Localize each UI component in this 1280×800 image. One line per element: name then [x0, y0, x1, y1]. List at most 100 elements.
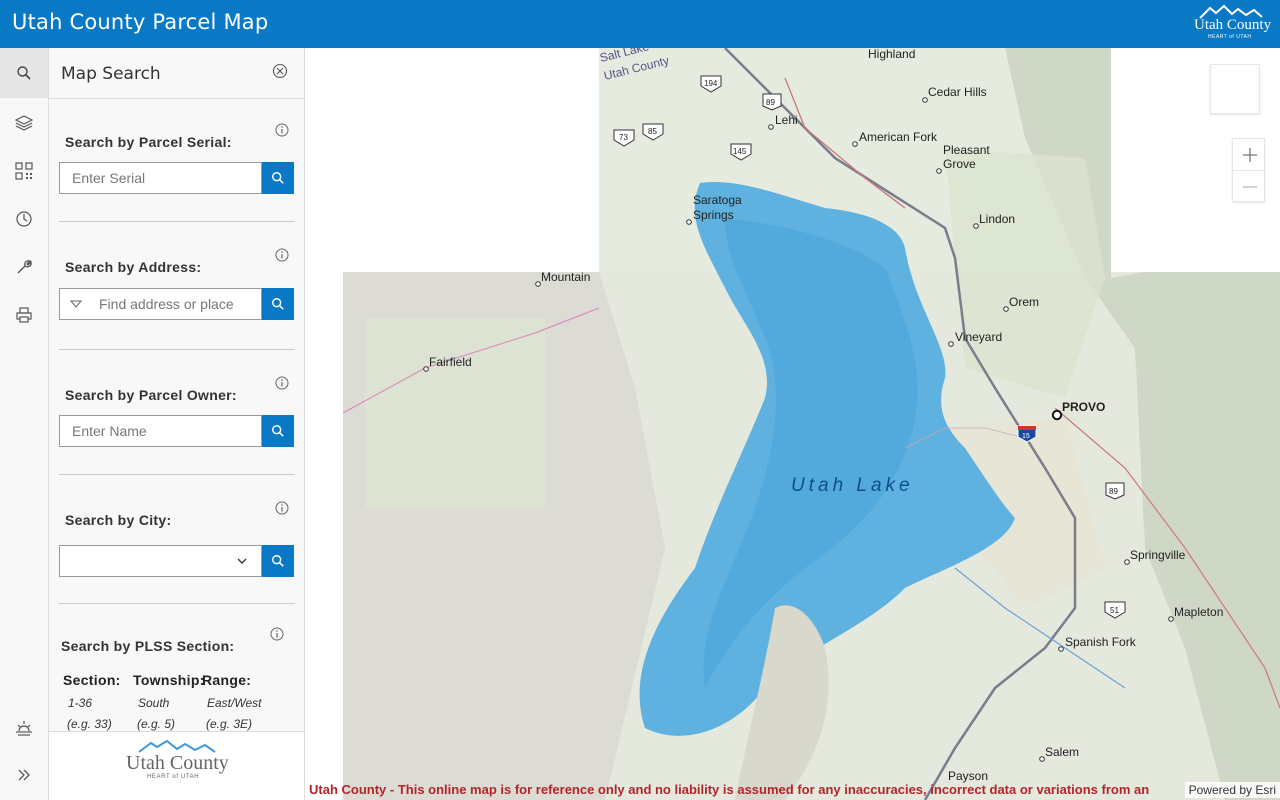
tool-rail	[0, 48, 49, 800]
map-view[interactable]: Highland Cedar Hills Lehi American Fork …	[305, 48, 1280, 800]
svg-text:194: 194	[704, 79, 718, 88]
search-icon	[17, 66, 31, 80]
place-label: Springs	[693, 208, 734, 222]
chevron-down-icon	[237, 558, 247, 564]
svg-text:89: 89	[1109, 487, 1118, 496]
app-header: Utah County Parcel Map Utah County HEART…	[0, 0, 1280, 48]
footer-logo-subtext: HEART of UTAH	[147, 774, 200, 780]
close-icon	[272, 63, 288, 79]
panel-footer: Utah County HEART of UTAH	[49, 731, 304, 800]
plss-search-label: Search by PLSS Section:	[61, 638, 235, 654]
place-label: Vineyard	[955, 330, 1002, 344]
owner-search-label: Search by Parcel Owner:	[65, 387, 237, 403]
zoom-in-button[interactable]	[1233, 139, 1266, 171]
search-icon	[272, 172, 284, 184]
printer-icon	[16, 307, 32, 323]
double-chevron-right-icon	[18, 769, 30, 781]
plss-range-example: (e.g. 3E)	[206, 717, 253, 731]
tools-tool-button[interactable]	[0, 242, 48, 292]
info-icon[interactable]	[275, 123, 289, 137]
place-label: Mapleton	[1174, 605, 1223, 619]
city-label: PROVO	[1062, 400, 1105, 414]
expand-rail-button[interactable]	[0, 750, 48, 800]
address-source-dropdown[interactable]	[59, 288, 92, 320]
plss-section-example: (e.g. 33)	[67, 717, 112, 731]
map-search-panel: Map Search Search by Parcel Serial: Ente…	[49, 48, 305, 800]
layers-icon	[15, 115, 33, 131]
history-tool-button[interactable]	[0, 194, 48, 244]
info-icon[interactable]	[275, 501, 289, 515]
farmland	[365, 318, 545, 508]
plss-township-example: (e.g. 5)	[137, 717, 176, 731]
owner-input[interactable]: Enter Name	[59, 415, 262, 447]
esri-attribution[interactable]: Powered by Esri	[1184, 782, 1280, 798]
basemap: Highland Cedar Hills Lehi American Fork …	[305, 48, 1280, 800]
info-icon[interactable]	[275, 248, 289, 262]
caret-down-icon	[69, 300, 82, 308]
city-search-button[interactable]	[262, 545, 294, 577]
clock-icon	[16, 211, 32, 227]
route-shield: 89	[1105, 482, 1125, 500]
svg-text:145: 145	[733, 147, 747, 156]
place-dot	[535, 281, 541, 287]
layers-tool-button[interactable]	[0, 98, 48, 148]
place-label: American Fork	[859, 130, 938, 144]
utah-county-logo: Utah County HEART of UTAH	[1190, 4, 1272, 44]
place-label: Lindon	[979, 212, 1015, 226]
address-search-button[interactable]	[262, 288, 294, 320]
place-label: Fairfield	[429, 355, 472, 369]
info-icon[interactable]	[275, 376, 289, 390]
zoom-control	[1232, 138, 1266, 203]
place-dot	[1058, 646, 1064, 652]
city-search-label: Search by City:	[65, 512, 172, 528]
place-label: Grove	[943, 157, 976, 171]
app-title: Utah County Parcel Map	[12, 10, 269, 34]
place-dot	[1124, 559, 1130, 565]
place-dot	[1168, 616, 1174, 622]
section-divider	[59, 221, 295, 222]
address-search-label: Search by Address:	[65, 259, 202, 275]
svg-text:15: 15	[1022, 433, 1030, 440]
plss-range-header: Range:	[202, 672, 252, 688]
serial-input[interactable]: Enter Serial	[59, 162, 262, 194]
logo-subtext: HEART of UTAH	[1208, 34, 1252, 40]
route-shield: 89	[762, 93, 782, 111]
place-label: Payson	[948, 769, 988, 783]
search-icon	[272, 298, 284, 310]
owner-search-button[interactable]	[262, 415, 294, 447]
logo-text: Utah County	[1194, 17, 1272, 33]
place-label: Highland	[868, 48, 915, 61]
place-label: Salem	[1045, 745, 1079, 759]
svg-text:51: 51	[1110, 606, 1119, 615]
svg-text:89: 89	[766, 98, 775, 107]
basemap-tool-button[interactable]	[0, 146, 48, 196]
qr-code-icon	[15, 162, 33, 180]
info-icon[interactable]	[270, 627, 284, 641]
place-dot	[852, 141, 858, 147]
search-tool-button[interactable]	[0, 48, 48, 98]
place-dot	[1039, 756, 1045, 762]
city-dot	[1051, 409, 1063, 421]
search-icon	[272, 425, 284, 437]
place-dot	[973, 223, 979, 229]
theme-toggle-button[interactable]	[0, 703, 48, 753]
close-panel-button[interactable]	[272, 63, 288, 79]
place-dot	[423, 366, 429, 372]
plss-township-header: Township:	[133, 672, 205, 688]
lake-label: Utah Lake	[791, 475, 914, 496]
svg-text:85: 85	[648, 127, 657, 136]
place-label: Saratoga	[693, 193, 742, 207]
section-divider	[59, 474, 295, 475]
section-divider	[59, 349, 295, 350]
plus-icon	[1242, 147, 1257, 162]
address-input[interactable]: Find address or place	[91, 288, 262, 320]
place-dot	[686, 219, 692, 225]
print-tool-button[interactable]	[0, 290, 48, 340]
zoom-out-button[interactable]	[1233, 171, 1266, 203]
map-widget-button[interactable]	[1210, 64, 1260, 114]
serial-search-button[interactable]	[262, 162, 294, 194]
place-label: Orem	[1009, 295, 1039, 309]
city-select[interactable]	[59, 545, 262, 577]
sunrise-icon	[16, 721, 32, 736]
place-label: Cedar Hills	[928, 85, 987, 99]
